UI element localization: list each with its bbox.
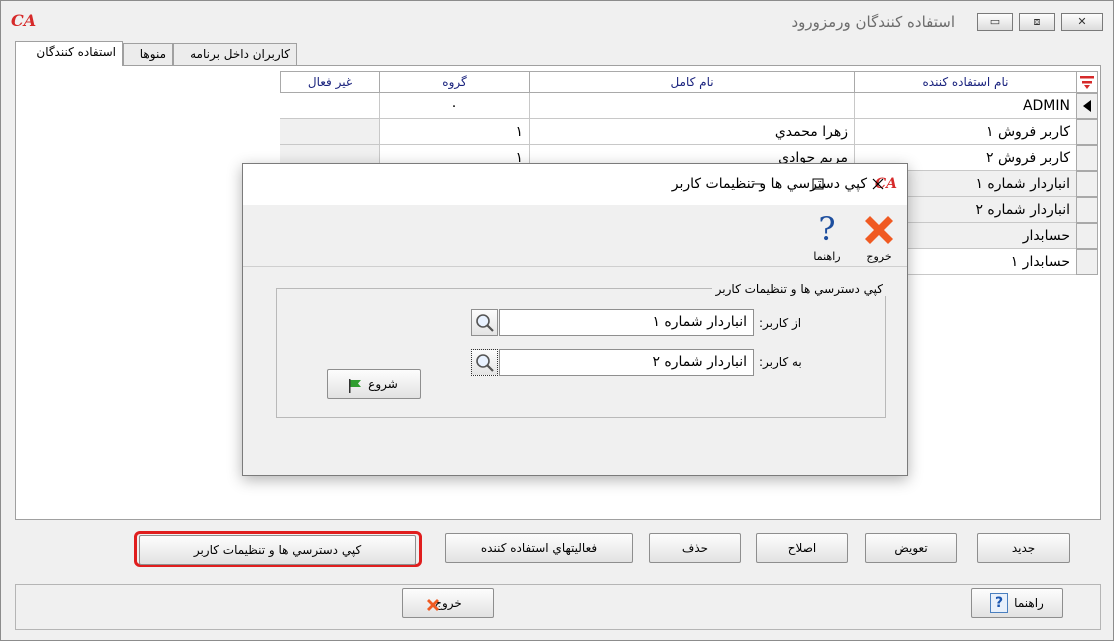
start-button[interactable]: شروع [327, 369, 421, 399]
help-icon: ? [818, 210, 836, 248]
window-title: استفاده كنندگان ورمزورود [791, 13, 956, 31]
filter-icon[interactable] [1076, 71, 1098, 93]
cell-fullname[interactable] [529, 93, 855, 119]
new-button[interactable]: جديد [977, 533, 1070, 563]
dialog-close-button[interactable] [863, 174, 893, 194]
cell-username[interactable]: ADMIN [854, 93, 1077, 119]
dialog-maximize-button[interactable] [803, 174, 833, 194]
from-user-search-button[interactable] [471, 309, 498, 336]
to-user-label: به كاربر: [759, 355, 802, 369]
cell-group[interactable]: ۱ [379, 119, 530, 145]
tab-menus[interactable]: منوها [123, 43, 173, 65]
cell-group[interactable]: ۰ [379, 93, 530, 119]
column-header-group[interactable]: گروه [379, 71, 530, 93]
delete-button[interactable]: حذف [649, 533, 741, 563]
column-header-username[interactable]: نام استفاده كننده [854, 71, 1077, 93]
cell-username[interactable]: كاربر فروش ۱ [854, 119, 1077, 145]
exit-icon [425, 595, 441, 611]
replace-button[interactable]: تعويض [865, 533, 957, 563]
tab-program-users[interactable]: كاربران داخل برنامه [173, 43, 297, 65]
restore-button[interactable]: ⧈ [1019, 13, 1055, 31]
dialog-title-bar: CA كپي دسترسي ها و تنظيمات كاربر [243, 164, 907, 205]
dialog-exit-label: خروج [866, 250, 892, 263]
row-indicator[interactable] [1076, 249, 1098, 275]
help-button-label: راهنما [1014, 596, 1044, 610]
user-activities-button[interactable]: فعاليتهاي استفاده كننده [445, 533, 633, 563]
title-bar: CA استفاده كنندگان ورمزورود ▭ ⧈ ✕ [1, 1, 1113, 41]
row-indicator[interactable] [1076, 119, 1098, 145]
help-button[interactable]: راهنما ? [971, 588, 1063, 618]
row-indicator[interactable] [1076, 145, 1098, 171]
cell-inactive[interactable] [280, 119, 380, 145]
row-indicator[interactable] [1076, 223, 1098, 249]
dialog-exit-tool[interactable]: خروج [857, 210, 901, 264]
row-indicator[interactable] [1076, 171, 1098, 197]
tab-users[interactable]: استفاده كنندگان [15, 41, 123, 66]
close-button[interactable]: ✕ [1061, 13, 1103, 31]
cell-inactive[interactable] [280, 93, 380, 119]
minimize-button[interactable]: ▭ [977, 13, 1013, 31]
from-user-field[interactable]: انباردار شماره ۱ [499, 309, 754, 336]
exit-button[interactable]: خروج [402, 588, 494, 618]
start-button-label: شروع [368, 377, 398, 391]
dialog-help-tool[interactable]: ? راهنما [805, 210, 849, 264]
dialog-help-label: راهنما [813, 250, 841, 263]
group-title: كپي دسترسي ها و تنظيمات كاربر [711, 282, 887, 296]
app-logo-icon: CA [11, 11, 37, 30]
row-indicator[interactable] [1076, 197, 1098, 223]
column-header-fullname[interactable]: نام كامل [529, 71, 855, 93]
cell-fullname[interactable]: زهرا محمدي [529, 119, 855, 145]
from-user-label: از كاربر: [759, 316, 802, 330]
help-icon: ? [990, 593, 1008, 613]
row-pointer-icon[interactable] [1076, 93, 1098, 119]
footer-panel [15, 584, 1101, 630]
dialog-minimize-button[interactable] [743, 174, 773, 194]
exit-icon [861, 212, 897, 248]
copy-access-dialog: CA كپي دسترسي ها و تنظيمات كاربر خروج ? … [242, 163, 908, 476]
to-user-search-button[interactable] [471, 349, 498, 376]
search-icon [476, 314, 494, 332]
search-icon [476, 354, 494, 372]
edit-button[interactable]: اصلاح [756, 533, 848, 563]
column-header-inactive[interactable]: غير فعال [280, 71, 380, 93]
to-user-field[interactable]: انباردار شماره ۲ [499, 349, 754, 376]
flag-icon [347, 376, 363, 393]
copy-access-button[interactable]: كپي دسترسي ها و تنظيمات كاربر [139, 535, 416, 565]
dialog-toolbar: خروج ? راهنما [243, 205, 907, 267]
